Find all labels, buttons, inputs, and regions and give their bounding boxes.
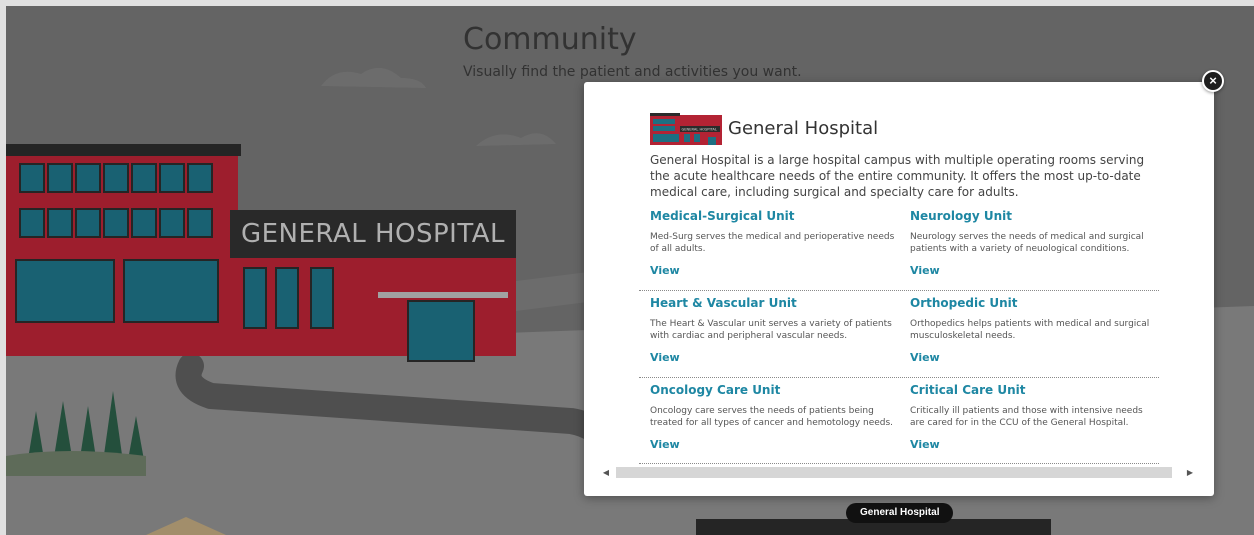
page-title: Community: [463, 22, 637, 57]
unit-card-medical-surgical: Medical-Surgical Unit Med-Surg serves th…: [650, 209, 900, 289]
hospital-thumbnail-image: GENERAL HOSPITAL: [650, 113, 722, 145]
hospital-detail-modal: GENERAL HOSPITAL General Hospital Genera…: [584, 82, 1214, 496]
view-link[interactable]: View: [650, 438, 680, 451]
modal-title: General Hospital: [728, 117, 879, 139]
unit-title[interactable]: Orthopedic Unit: [910, 296, 1160, 310]
unit-title[interactable]: Oncology Care Unit: [650, 383, 900, 397]
unit-description: Med-Surg serves the medical and perioper…: [650, 232, 895, 254]
hospital-sign[interactable]: GENERAL HOSPITAL: [230, 210, 516, 258]
row-divider: [639, 290, 1159, 291]
horizontal-scrollbar[interactable]: ◀ ▶: [598, 464, 1198, 481]
unit-description: Orthopedics helps patients with medical …: [910, 319, 1150, 341]
close-modal-button[interactable]: ×: [1202, 70, 1224, 92]
row-divider: [639, 377, 1159, 378]
unit-title[interactable]: Heart & Vascular Unit: [650, 296, 900, 310]
view-link[interactable]: View: [910, 438, 940, 451]
unit-title[interactable]: Neurology Unit: [910, 209, 1160, 223]
hospital-description: General Hospital is a large hospital cam…: [650, 153, 1145, 199]
page-subtitle: Visually find the patient and activities…: [463, 64, 802, 80]
unit-card-neurology: Neurology Unit Neurology serves the need…: [910, 209, 1160, 289]
unit-title[interactable]: Medical-Surgical Unit: [650, 209, 900, 223]
view-link[interactable]: View: [910, 264, 940, 277]
scroll-right-icon[interactable]: ▶: [1182, 464, 1198, 481]
view-link[interactable]: View: [650, 264, 680, 277]
location-tooltip: General Hospital: [846, 503, 954, 523]
unit-card-orthopedic: Orthopedic Unit Orthopedics helps patien…: [910, 296, 1160, 376]
unit-title[interactable]: Critical Care Unit: [910, 383, 1160, 397]
unit-description: Oncology care serves the needs of patien…: [650, 406, 894, 428]
modal-header: GENERAL HOSPITAL General Hospital: [650, 110, 878, 146]
unit-description: Neurology serves the needs of medical an…: [910, 232, 1144, 254]
unit-card-heart-vascular: Heart & Vascular Unit The Heart & Vascul…: [650, 296, 900, 376]
scroll-left-icon[interactable]: ◀: [598, 464, 614, 481]
unit-description: Critically ill patients and those with i…: [910, 406, 1143, 428]
unit-card-critical-care: Critical Care Unit Critically ill patien…: [910, 383, 1160, 463]
view-link[interactable]: View: [910, 351, 940, 364]
view-link[interactable]: View: [650, 351, 680, 364]
unit-description: The Heart & Vascular unit serves a varie…: [650, 319, 892, 341]
unit-card-oncology: Oncology Care Unit Oncology care serves …: [650, 383, 900, 463]
scrollbar-thumb[interactable]: [616, 467, 1172, 478]
thumbnail-sign-text: GENERAL HOSPITAL: [682, 128, 717, 132]
